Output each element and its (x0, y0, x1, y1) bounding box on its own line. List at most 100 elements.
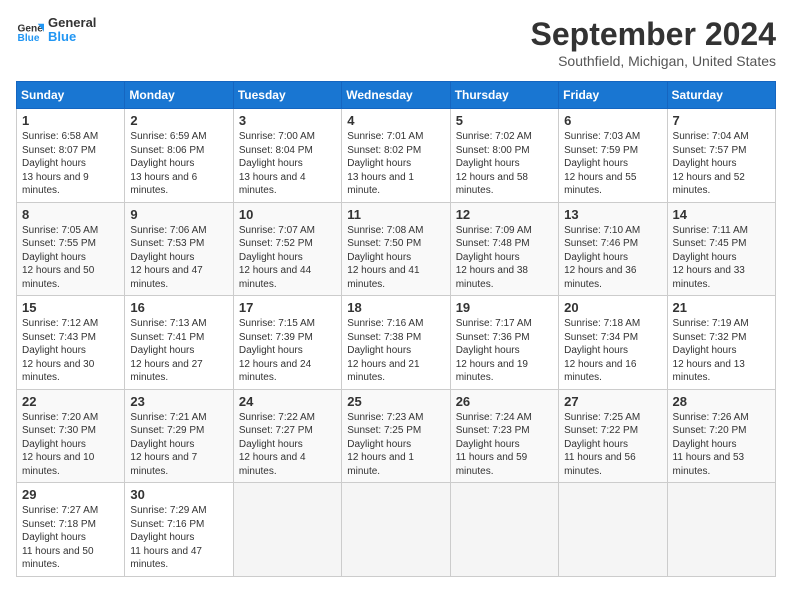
logo: General Blue General Blue (16, 16, 96, 45)
day-info: Sunrise: 7:00 AMSunset: 8:04 PMDaylight … (239, 130, 336, 198)
day-info: Sunrise: 6:59 AMSunset: 8:06 PMDaylight … (130, 130, 227, 198)
day-info: Sunrise: 7:29 AMSunset: 7:16 PMDaylight … (130, 504, 227, 572)
day-number: 5 (456, 113, 553, 128)
day-number: 8 (22, 207, 119, 222)
col-thursday: Thursday (450, 82, 558, 109)
table-row: 4 Sunrise: 7:01 AMSunset: 8:02 PMDaylight… (342, 109, 450, 203)
day-info: Sunrise: 7:20 AMSunset: 7:30 PMDaylight … (22, 411, 119, 479)
table-row: 16 Sunrise: 7:13 AMSunset: 7:41 PMDayligh… (125, 296, 233, 390)
day-info: Sunrise: 7:23 AMSunset: 7:25 PMDaylight … (347, 411, 444, 479)
title-area: September 2024 Southfield, Michigan, Uni… (531, 16, 776, 69)
table-row: 17 Sunrise: 7:15 AMSunset: 7:39 PMDayligh… (233, 296, 341, 390)
day-number: 21 (673, 300, 770, 315)
day-number: 11 (347, 207, 444, 222)
day-number: 13 (564, 207, 661, 222)
table-row: 7Sunrise: 7:04 AMSunset: 7:57 PMDaylight… (667, 109, 775, 203)
table-row (342, 483, 450, 577)
day-info: Sunrise: 7:01 AMSunset: 8:02 PMDaylight … (347, 130, 444, 198)
table-row: 25Sunrise: 7:23 AMSunset: 7:25 PMDayligh… (342, 389, 450, 483)
table-row: 21 Sunrise: 7:19 AMSunset: 7:32 PMDayligh… (667, 296, 775, 390)
calendar-week-row: 8 Sunrise: 7:05 AMSunset: 7:55 PMDaylight… (17, 202, 776, 296)
table-row: 18Sunrise: 7:16 AMSunset: 7:38 PMDayligh… (342, 296, 450, 390)
table-row: 12Sunrise: 7:09 AMSunset: 7:48 PMDayligh… (450, 202, 558, 296)
table-row: 15 Sunrise: 7:12 AMSunset: 7:43 PMDayligh… (17, 296, 125, 390)
col-sunday: Sunday (17, 82, 125, 109)
day-number: 19 (456, 300, 553, 315)
day-info: Sunrise: 7:27 AMSunset: 7:18 PMDaylight … (22, 504, 119, 572)
day-info: Sunrise: 7:03 AMSunset: 7:59 PMDaylight … (564, 130, 661, 198)
day-number: 17 (239, 300, 336, 315)
day-number: 15 (22, 300, 119, 315)
calendar-header-row: Sunday Monday Tuesday Wednesday Thursday… (17, 82, 776, 109)
day-number: 10 (239, 207, 336, 222)
day-number: 3 (239, 113, 336, 128)
calendar-week-row: 15 Sunrise: 7:12 AMSunset: 7:43 PMDayligh… (17, 296, 776, 390)
col-tuesday: Tuesday (233, 82, 341, 109)
calendar-week-row: 1 Sunrise: 6:58 AMSunset: 8:07 PMDaylight… (17, 109, 776, 203)
day-info: Sunrise: 7:02 AMSunset: 8:00 PMDaylight … (456, 130, 553, 198)
day-info: Sunrise: 7:12 AMSunset: 7:43 PMDaylight … (22, 317, 119, 385)
table-row: 27 Sunrise: 7:25 AMSunset: 7:22 PMDayligh… (559, 389, 667, 483)
day-number: 4 (347, 113, 444, 128)
table-row: 26 Sunrise: 7:24 AMSunset: 7:23 PMDayligh… (450, 389, 558, 483)
table-row: 9Sunrise: 7:06 AMSunset: 7:53 PMDaylight… (125, 202, 233, 296)
logo-icon: General Blue (16, 16, 44, 44)
day-info: Sunrise: 7:25 AMSunset: 7:22 PMDaylight … (564, 411, 661, 479)
table-row: 3 Sunrise: 7:00 AMSunset: 8:04 PMDaylight… (233, 109, 341, 203)
day-number: 16 (130, 300, 227, 315)
table-row: 11 Sunrise: 7:08 AMSunset: 7:50 PMDayligh… (342, 202, 450, 296)
day-info: Sunrise: 7:08 AMSunset: 7:50 PMDaylight … (347, 224, 444, 292)
day-number: 14 (673, 207, 770, 222)
day-info: Sunrise: 7:22 AMSunset: 7:27 PMDaylight … (239, 411, 336, 479)
day-number: 1 (22, 113, 119, 128)
calendar-week-row: 22 Sunrise: 7:20 AMSunset: 7:30 PMDayligh… (17, 389, 776, 483)
day-number: 18 (347, 300, 444, 315)
col-friday: Friday (559, 82, 667, 109)
day-number: 6 (564, 113, 661, 128)
table-row: 29 Sunrise: 7:27 AMSunset: 7:18 PMDayligh… (17, 483, 125, 577)
day-info: Sunrise: 7:06 AMSunset: 7:53 PMDaylight … (130, 224, 227, 292)
svg-text:Blue: Blue (18, 33, 40, 44)
table-row: 8 Sunrise: 7:05 AMSunset: 7:55 PMDaylight… (17, 202, 125, 296)
day-info: Sunrise: 7:26 AMSunset: 7:20 PMDaylight … (673, 411, 770, 479)
month-title: September 2024 (531, 16, 776, 53)
col-wednesday: Wednesday (342, 82, 450, 109)
day-info: Sunrise: 7:19 AMSunset: 7:32 PMDaylight … (673, 317, 770, 385)
table-row: 28 Sunrise: 7:26 AMSunset: 7:20 PMDayligh… (667, 389, 775, 483)
day-number: 20 (564, 300, 661, 315)
day-number: 24 (239, 394, 336, 409)
table-row: 30 Sunrise: 7:29 AMSunset: 7:16 PMDayligh… (125, 483, 233, 577)
day-number: 29 (22, 487, 119, 502)
table-row: 23Sunrise: 7:21 AMSunset: 7:29 PMDayligh… (125, 389, 233, 483)
day-number: 27 (564, 394, 661, 409)
table-row: 10 Sunrise: 7:07 AMSunset: 7:52 PMDayligh… (233, 202, 341, 296)
day-number: 26 (456, 394, 553, 409)
table-row (450, 483, 558, 577)
table-row (559, 483, 667, 577)
day-number: 12 (456, 207, 553, 222)
table-row: 19Sunrise: 7:17 AMSunset: 7:36 PMDayligh… (450, 296, 558, 390)
day-info: Sunrise: 7:07 AMSunset: 7:52 PMDaylight … (239, 224, 336, 292)
table-row: 20 Sunrise: 7:18 AMSunset: 7:34 PMDayligh… (559, 296, 667, 390)
day-number: 2 (130, 113, 227, 128)
day-info: Sunrise: 6:58 AMSunset: 8:07 PMDaylight … (22, 130, 119, 198)
table-row: 1 Sunrise: 6:58 AMSunset: 8:07 PMDaylight… (17, 109, 125, 203)
day-number: 22 (22, 394, 119, 409)
day-number: 7 (673, 113, 770, 128)
table-row: 2 Sunrise: 6:59 AMSunset: 8:06 PMDaylight… (125, 109, 233, 203)
calendar-table: Sunday Monday Tuesday Wednesday Thursday… (16, 81, 776, 577)
table-row: 6 Sunrise: 7:03 AMSunset: 7:59 PMDaylight… (559, 109, 667, 203)
day-info: Sunrise: 7:18 AMSunset: 7:34 PMDaylight … (564, 317, 661, 385)
table-row: 22 Sunrise: 7:20 AMSunset: 7:30 PMDayligh… (17, 389, 125, 483)
day-info: Sunrise: 7:15 AMSunset: 7:39 PMDaylight … (239, 317, 336, 385)
day-info: Sunrise: 7:13 AMSunset: 7:41 PMDaylight … (130, 317, 227, 385)
day-info: Sunrise: 7:21 AMSunset: 7:29 PMDaylight … (130, 411, 227, 479)
table-row: 14Sunrise: 7:11 AMSunset: 7:45 PMDayligh… (667, 202, 775, 296)
day-number: 28 (673, 394, 770, 409)
day-number: 30 (130, 487, 227, 502)
table-row (233, 483, 341, 577)
location: Southfield, Michigan, United States (531, 53, 776, 69)
day-info: Sunrise: 7:24 AMSunset: 7:23 PMDaylight … (456, 411, 553, 479)
col-saturday: Saturday (667, 82, 775, 109)
day-info: Sunrise: 7:05 AMSunset: 7:55 PMDaylight … (22, 224, 119, 292)
